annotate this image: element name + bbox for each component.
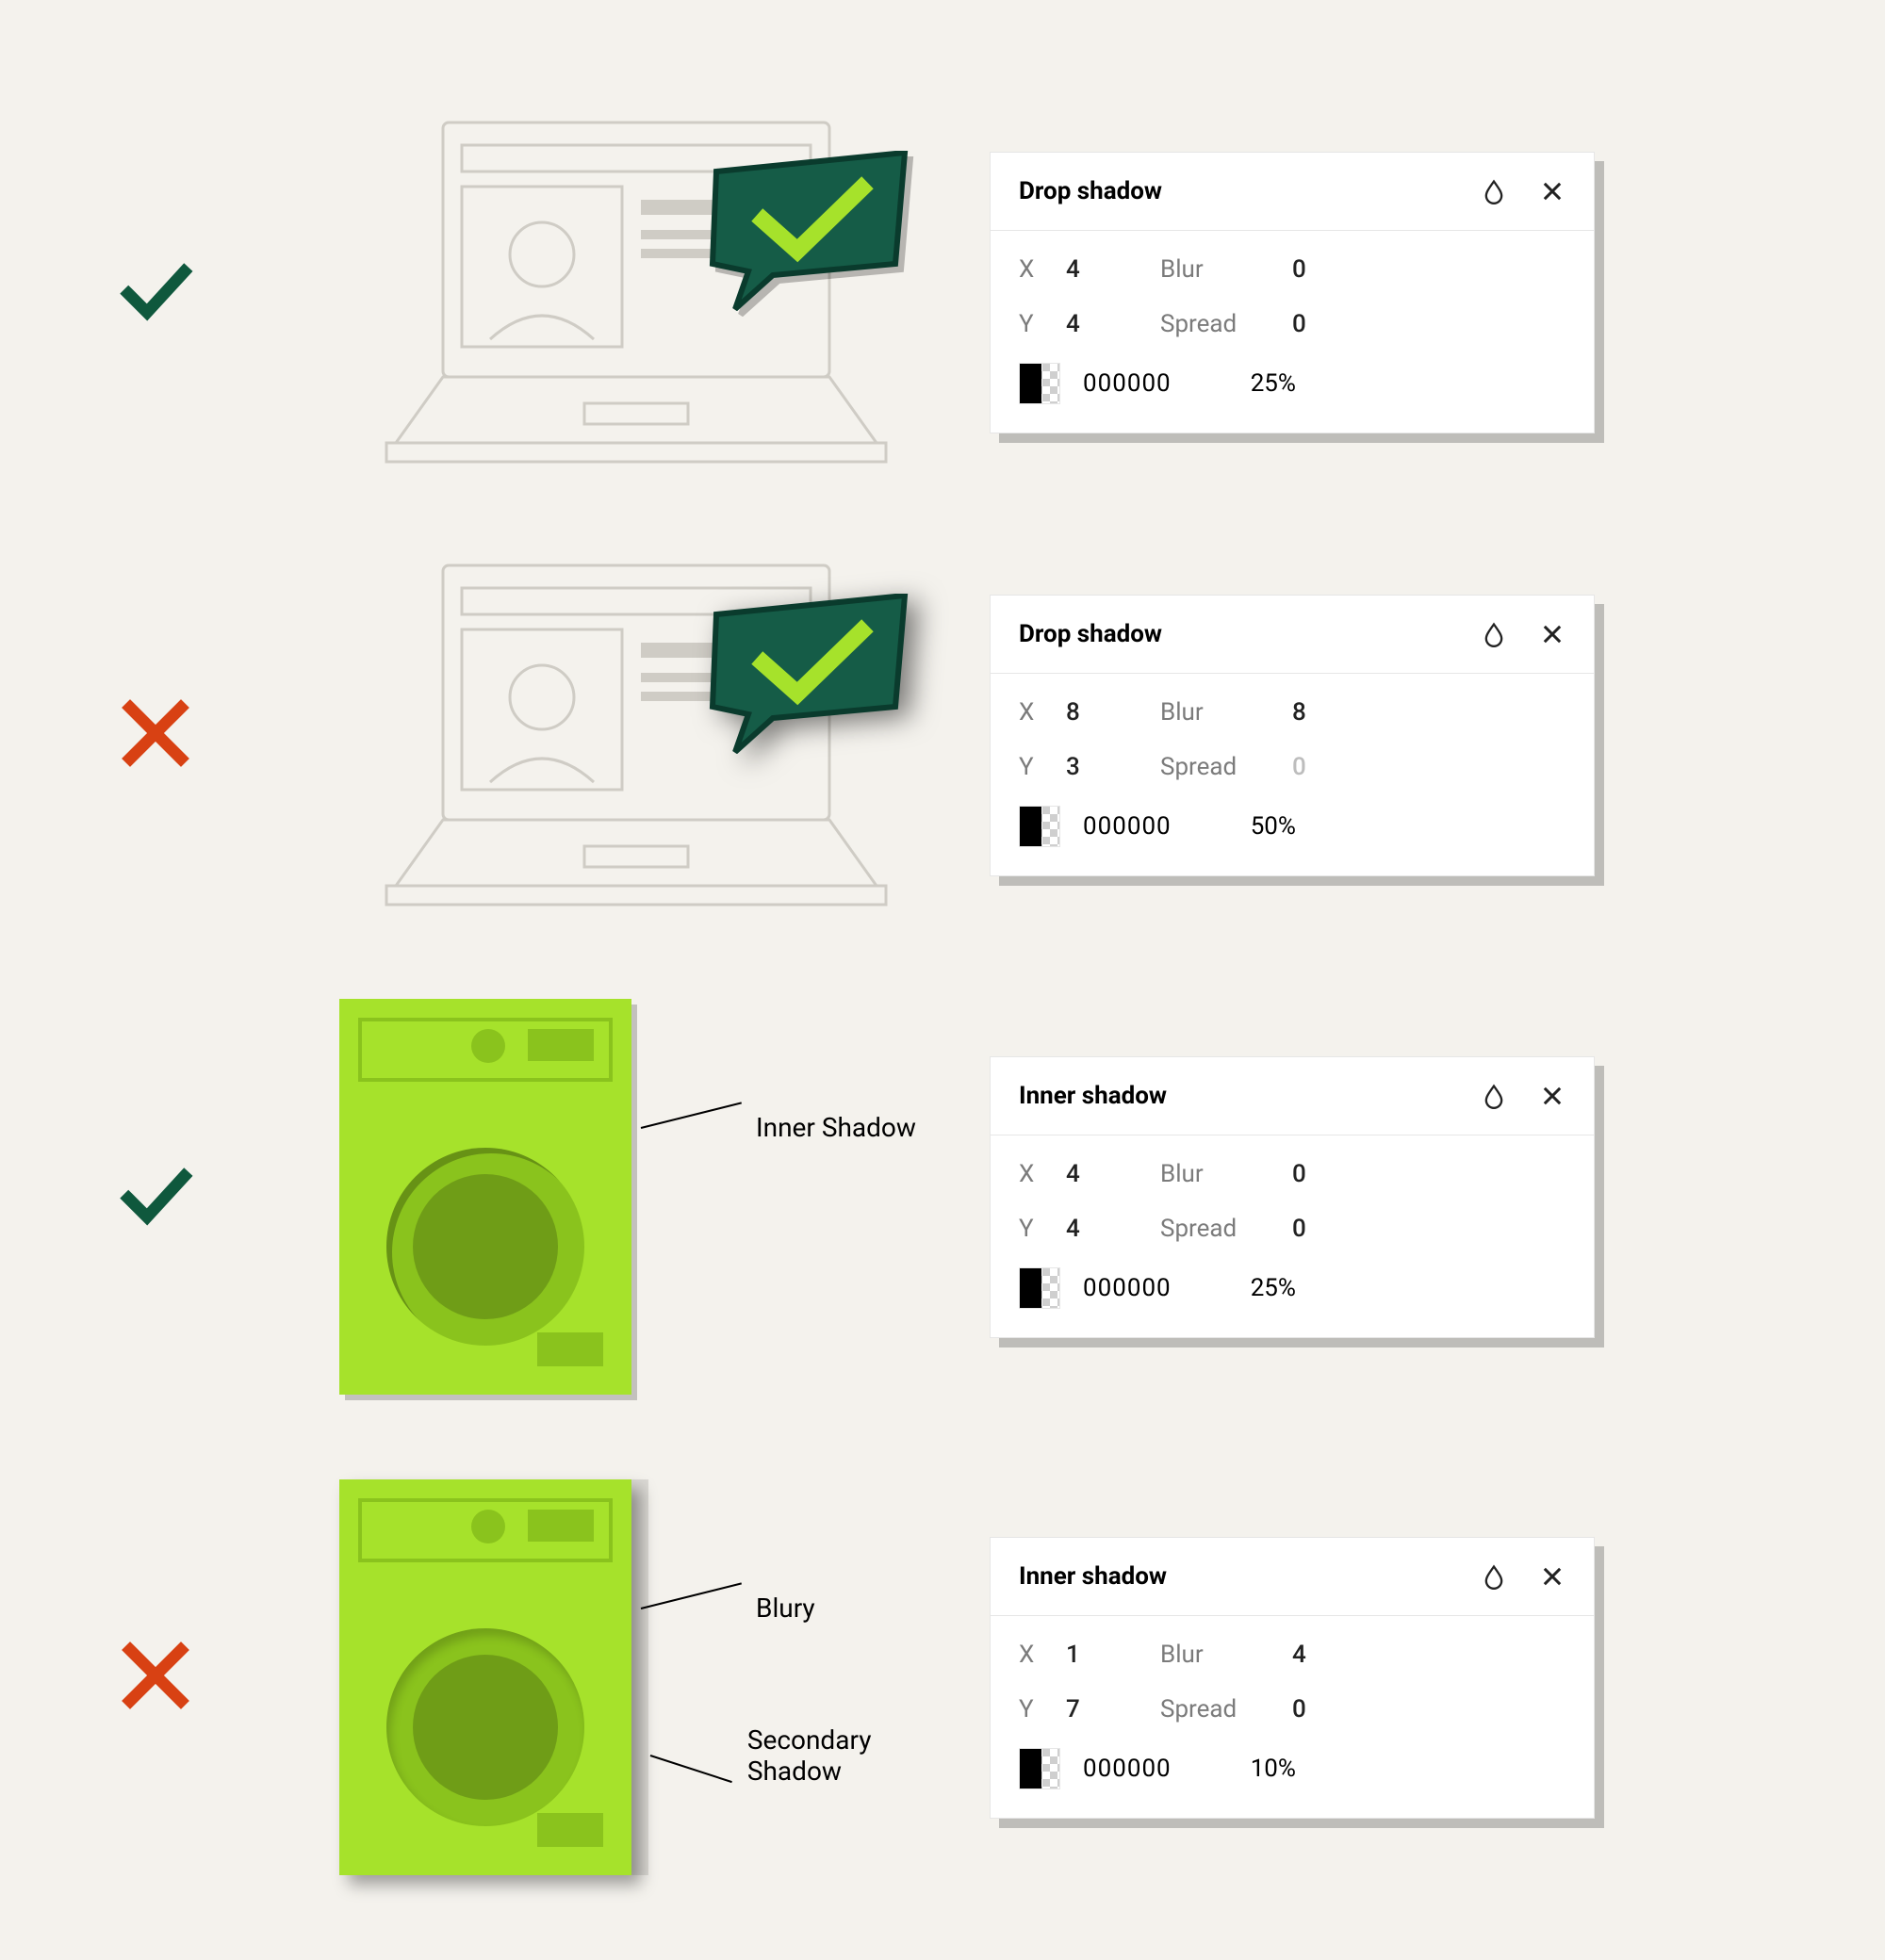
- washer-illustration-good: Inner Shadow: [339, 999, 933, 1395]
- close-icon[interactable]: [1539, 178, 1565, 204]
- x-label: X: [1019, 1160, 1057, 1188]
- status-col: [113, 1152, 283, 1241]
- spread-label: Spread: [1160, 1695, 1283, 1723]
- speech-bubble-good: [707, 151, 914, 311]
- color-swatch[interactable]: [1019, 1267, 1060, 1309]
- panel-title: Drop shadow: [1019, 620, 1162, 648]
- cross-icon: [113, 1633, 198, 1718]
- callout-label: Blury: [756, 1592, 815, 1624]
- color-hex[interactable]: 000000: [1083, 1274, 1172, 1302]
- x-value[interactable]: 4: [1066, 1160, 1151, 1188]
- y-value[interactable]: 7: [1066, 1695, 1151, 1723]
- x-label: X: [1019, 255, 1057, 284]
- y-label: Y: [1019, 753, 1057, 781]
- status-col: [113, 691, 283, 779]
- color-opacity[interactable]: 25%: [1251, 1274, 1296, 1302]
- shadow-panel-2: Drop shadow X 8 Blur 8 Y 3 Spread 0 0000…: [990, 595, 1595, 876]
- blur-label: Blur: [1160, 698, 1283, 727]
- panel-title: Drop shadow: [1019, 177, 1162, 205]
- washer: [339, 1479, 631, 1875]
- spread-label: Spread: [1160, 310, 1283, 338]
- speech-bubble-bad: [707, 594, 914, 754]
- blur-label: Blur: [1160, 1160, 1283, 1188]
- droplet-icon[interactable]: [1481, 1083, 1507, 1109]
- spread-value[interactable]: 0: [1292, 1215, 1386, 1243]
- shadow-panel-4: Inner shadow X 1 Blur 4 Y 7 Spread 0 000…: [990, 1537, 1595, 1819]
- y-label: Y: [1019, 1215, 1057, 1243]
- panel-title: Inner shadow: [1019, 1562, 1167, 1591]
- spread-label: Spread: [1160, 753, 1283, 781]
- spread-value[interactable]: 0: [1292, 753, 1386, 781]
- color-hex[interactable]: 000000: [1083, 1755, 1172, 1783]
- spread-value[interactable]: 0: [1292, 310, 1386, 338]
- cross-icon: [113, 691, 198, 776]
- color-opacity[interactable]: 25%: [1251, 369, 1296, 398]
- example-row-3: Inner Shadow Inner shadow X 4 Blur 0 Y 4…: [113, 999, 1772, 1395]
- droplet-icon[interactable]: [1481, 1563, 1507, 1590]
- blur-value[interactable]: 4: [1292, 1641, 1386, 1669]
- panel-title: Inner shadow: [1019, 1082, 1167, 1110]
- status-col: [113, 248, 283, 336]
- callout-secondary-shadow: Secondary Shadow: [650, 1724, 933, 1787]
- x-value[interactable]: 4: [1066, 255, 1151, 284]
- color-swatch[interactable]: [1019, 1748, 1060, 1789]
- blur-label: Blur: [1160, 1641, 1283, 1669]
- y-label: Y: [1019, 1695, 1057, 1723]
- color-swatch[interactable]: [1019, 363, 1060, 404]
- washer-illustration-bad: Blury Secondary Shadow: [339, 1479, 933, 1875]
- close-icon[interactable]: [1539, 1083, 1565, 1109]
- close-icon[interactable]: [1539, 1563, 1565, 1590]
- y-value[interactable]: 3: [1066, 753, 1151, 781]
- close-icon[interactable]: [1539, 621, 1565, 647]
- x-label: X: [1019, 1641, 1057, 1669]
- laptop-illustration-bad: [339, 556, 933, 914]
- y-value[interactable]: 4: [1066, 310, 1151, 338]
- blur-value[interactable]: 8: [1292, 698, 1386, 727]
- example-row-4: Blury Secondary Shadow Inner shadow X 1 …: [113, 1479, 1772, 1875]
- callout-label: Secondary Shadow: [747, 1724, 933, 1787]
- color-hex[interactable]: 000000: [1083, 369, 1172, 398]
- laptop-illustration-good: [339, 113, 933, 471]
- color-opacity[interactable]: 10%: [1251, 1755, 1296, 1783]
- x-value[interactable]: 8: [1066, 698, 1151, 727]
- x-value[interactable]: 1: [1066, 1641, 1151, 1669]
- callout-inner-shadow: Inner Shadow: [641, 1112, 916, 1143]
- y-label: Y: [1019, 310, 1057, 338]
- check-icon: [113, 248, 198, 333]
- example-row-2: Drop shadow X 8 Blur 8 Y 3 Spread 0 0000…: [113, 556, 1772, 914]
- washer: [339, 999, 631, 1395]
- shadow-panel-1: Drop shadow X 4 Blur 0 Y 4 Spread 0 0000…: [990, 152, 1595, 433]
- callout-label: Inner Shadow: [756, 1112, 916, 1143]
- check-icon: [113, 1152, 198, 1237]
- spread-value[interactable]: 0: [1292, 1695, 1386, 1723]
- spread-label: Spread: [1160, 1215, 1283, 1243]
- droplet-icon[interactable]: [1481, 621, 1507, 647]
- example-row-1: Drop shadow X 4 Blur 0 Y 4 Spread 0 0000…: [113, 113, 1772, 471]
- color-hex[interactable]: 000000: [1083, 812, 1172, 841]
- status-col: [113, 1633, 283, 1722]
- blur-value[interactable]: 0: [1292, 255, 1386, 284]
- droplet-icon[interactable]: [1481, 178, 1507, 204]
- y-value[interactable]: 4: [1066, 1215, 1151, 1243]
- x-label: X: [1019, 698, 1057, 727]
- callout-blurry: Blury: [641, 1592, 815, 1624]
- color-swatch[interactable]: [1019, 806, 1060, 847]
- blur-value[interactable]: 0: [1292, 1160, 1386, 1188]
- shadow-panel-3: Inner shadow X 4 Blur 0 Y 4 Spread 0 000…: [990, 1056, 1595, 1338]
- color-opacity[interactable]: 50%: [1251, 812, 1296, 841]
- blur-label: Blur: [1160, 255, 1283, 284]
